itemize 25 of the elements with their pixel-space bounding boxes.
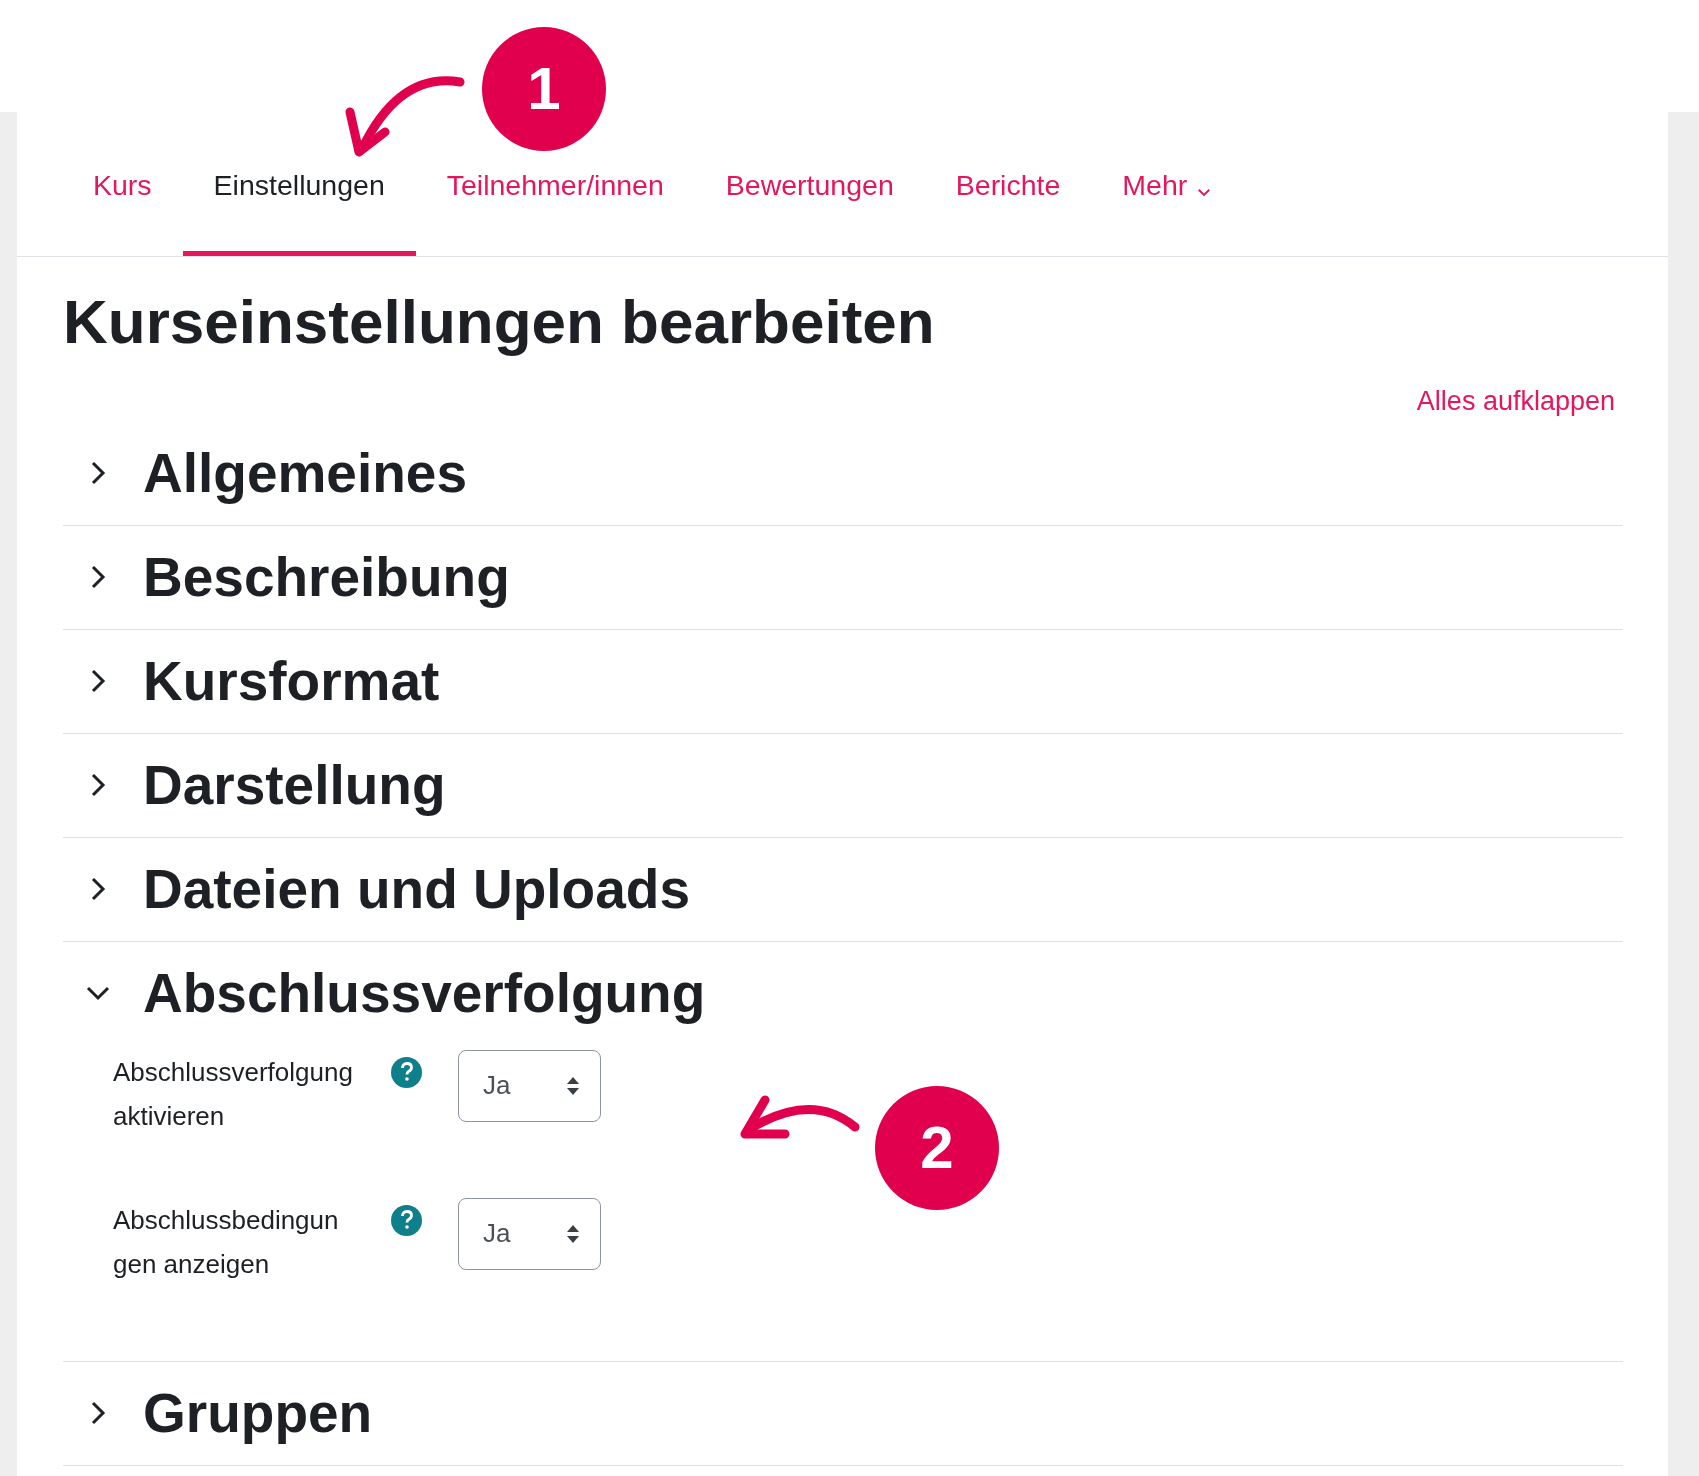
section-heading[interactable]: Kursformat xyxy=(143,639,440,723)
select-field[interactable]: Ja xyxy=(458,1049,601,1122)
nav-tab[interactable]: Mehr xyxy=(1091,158,1245,256)
section-heading[interactable]: Allgemeines xyxy=(143,431,467,515)
nav-tab[interactable]: Kurs xyxy=(62,158,183,256)
section-heading[interactable]: Beschreibung xyxy=(143,535,510,619)
help-icon[interactable] xyxy=(391,1204,422,1236)
up-down-icon xyxy=(566,1075,580,1096)
section-heading[interactable]: Dateien und Uploads xyxy=(143,847,690,931)
section-heading[interactable]: Darstellung xyxy=(143,743,446,827)
section-heading[interactable]: Gruppen xyxy=(143,1371,373,1455)
curved-arrow-icon xyxy=(740,1095,860,1139)
nav-tab[interactable]: Teilnehmer/innen xyxy=(415,158,695,256)
expand-all-link[interactable]: Alles aufklappen xyxy=(1416,381,1615,422)
nav-tab[interactable]: Einstellungen xyxy=(182,158,416,256)
nav-tab[interactable]: Berichte xyxy=(924,158,1092,256)
help-icon[interactable] xyxy=(391,1056,422,1088)
select-field[interactable]: Ja xyxy=(458,1197,601,1270)
nav-tab[interactable]: Bewertungen xyxy=(694,158,925,256)
section-heading[interactable]: Abschlussverfolgung xyxy=(143,951,706,1035)
curved-arrow-icon xyxy=(345,75,465,159)
page-title: Kurseinstellungen bearbeiten xyxy=(63,287,935,357)
field-label: Abschlussverfolgung aktivieren xyxy=(113,1055,354,1133)
up-down-icon xyxy=(566,1223,580,1244)
field-label: Abschlussbedingun gen anzeigen xyxy=(113,1203,340,1281)
